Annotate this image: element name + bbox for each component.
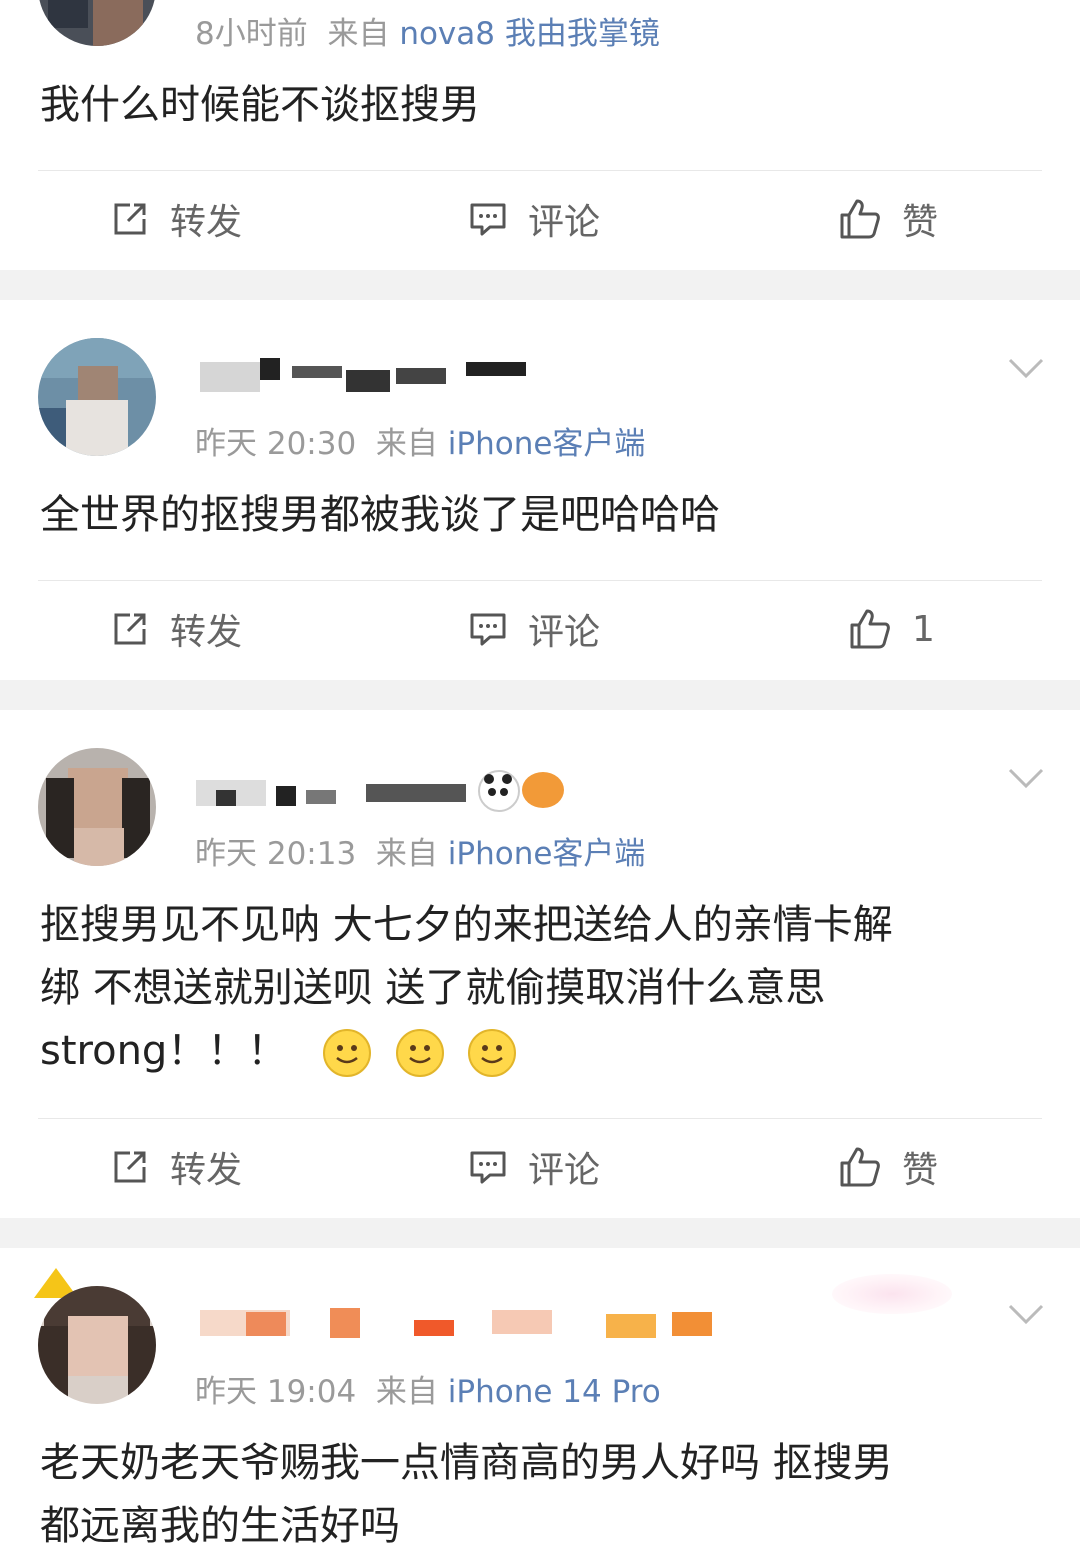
repost-icon — [114, 1151, 146, 1183]
post-text: 老天奶老天爷赐我一点情商高的男人好吗 抠搜男 都远离我的生活好吗 — [40, 1432, 1040, 1558]
repost-button[interactable]: 转发 — [110, 194, 242, 244]
post-4: 昨天 19:04 来自 iPhone 14 Pro 老天奶老天爷赐我一点情商高的… — [0, 1248, 1080, 1551]
divider — [38, 170, 1042, 171]
smile-emoji-icon — [323, 1029, 372, 1077]
like-count: 1 — [912, 608, 935, 650]
post-meta: 8小时前 来自 nova8 我由我掌镜 — [195, 8, 660, 53]
like-button[interactable]: 1 — [848, 604, 935, 654]
repost-icon — [114, 203, 146, 235]
repost-label: 转发 — [170, 612, 243, 653]
avatar[interactable] — [38, 1286, 156, 1404]
weibo-comment-feed: 8小时前 来自 nova8 我由我掌镜 我什么时候能不谈抠搜男 转发 评论 赞 — [0, 0, 1080, 1551]
like-icon — [850, 609, 890, 649]
decorative-sparkle-badge — [832, 1274, 952, 1314]
post-text-line: 绑 不想送就别送呗 送了就偷摸取消什么意思 — [40, 965, 826, 1011]
chevron-down-icon[interactable] — [1008, 1302, 1044, 1328]
panda-emoji-icon — [478, 770, 520, 812]
post-source[interactable]: iPhone客户端 — [448, 426, 646, 462]
blurred-username[interactable] — [196, 1298, 716, 1344]
smile-emoji-icon — [468, 1029, 517, 1077]
comment-icon — [470, 203, 506, 236]
post-source[interactable]: iPhone客户端 — [448, 836, 646, 872]
post-time: 昨天 20:30 — [195, 426, 357, 462]
post-source[interactable]: iPhone 14 Pro — [448, 1374, 661, 1410]
post-separator — [0, 680, 1080, 710]
comment-button[interactable]: 评论 — [468, 1142, 600, 1192]
post-text-line: 都远离我的生活好吗 — [40, 1503, 400, 1549]
comment-label: 评论 — [528, 1150, 601, 1191]
post-meta: 昨天 20:30 来自 iPhone客户端 — [195, 418, 645, 463]
repost-button[interactable]: 转发 — [110, 1142, 242, 1192]
post-text: 我什么时候能不谈抠搜男 — [40, 82, 480, 128]
post-time: 8小时前 — [195, 16, 308, 52]
post-text: 抠搜男见不见呐 大七夕的来把送给人的亲情卡解 绑 不想送就别送呗 送了就偷摸取消… — [40, 894, 1040, 1083]
post-time: 昨天 20:13 — [195, 836, 357, 872]
chevron-down-icon[interactable] — [1008, 766, 1044, 792]
post-2: 昨天 20:30 来自 iPhone客户端 全世界的抠搜男都被我谈了是吧哈哈哈 … — [0, 300, 1080, 680]
post-separator — [0, 1218, 1080, 1248]
like-label: 赞 — [902, 202, 939, 243]
repost-label: 转发 — [170, 1150, 243, 1191]
like-button[interactable]: 赞 — [838, 1142, 938, 1192]
avatar[interactable] — [38, 748, 156, 866]
post-text-line: 抠搜男见不见呐 大七夕的来把送给人的亲情卡解 — [40, 902, 893, 948]
post-1: 8小时前 来自 nova8 我由我掌镜 我什么时候能不谈抠搜男 转发 评论 赞 — [0, 0, 1080, 270]
comment-label: 评论 — [528, 612, 601, 653]
repost-label: 转发 — [170, 202, 243, 243]
divider — [38, 580, 1042, 581]
post-meta: 昨天 19:04 来自 iPhone 14 Pro — [195, 1366, 661, 1411]
comment-button[interactable]: 评论 — [468, 194, 600, 244]
post-time: 昨天 19:04 — [195, 1374, 357, 1410]
avatar[interactable] — [38, 0, 156, 46]
repost-icon — [114, 613, 146, 645]
post-meta: 昨天 20:13 来自 iPhone客户端 — [195, 828, 645, 873]
chevron-down-icon[interactable] — [1008, 356, 1044, 382]
repost-button[interactable]: 转发 — [110, 604, 242, 654]
avatar[interactable] — [38, 338, 156, 456]
source-prefix: 来自 — [375, 836, 438, 872]
post-text-line: 老天奶老天爷赐我一点情商高的男人好吗 抠搜男 — [40, 1440, 893, 1486]
fish-emoji-icon — [522, 772, 564, 808]
like-label: 赞 — [902, 1150, 939, 1191]
post-text-line-with-emojis: strong！！！ — [40, 1020, 1040, 1083]
like-icon — [840, 1147, 880, 1187]
post-3: 昨天 20:13 来自 iPhone客户端 抠搜男见不见呐 大七夕的来把送给人的… — [0, 710, 1080, 1218]
smile-emoji-icon — [395, 1029, 444, 1077]
source-prefix: 来自 — [327, 16, 390, 52]
post-source[interactable]: nova8 我由我掌镜 — [399, 16, 660, 52]
source-prefix: 来自 — [375, 1374, 438, 1410]
comment-button[interactable]: 评论 — [468, 604, 600, 654]
post-text-line: strong！！！ — [40, 1028, 288, 1074]
comment-label: 评论 — [528, 202, 601, 243]
blurred-username[interactable] — [196, 352, 536, 398]
like-button[interactable]: 赞 — [838, 194, 938, 244]
comment-icon — [470, 1151, 506, 1184]
source-prefix: 来自 — [375, 426, 438, 462]
comment-icon — [470, 613, 506, 646]
post-text: 全世界的抠搜男都被我谈了是吧哈哈哈 — [40, 492, 720, 538]
like-icon — [840, 199, 880, 239]
post-separator — [0, 270, 1080, 300]
divider — [38, 1118, 1042, 1119]
